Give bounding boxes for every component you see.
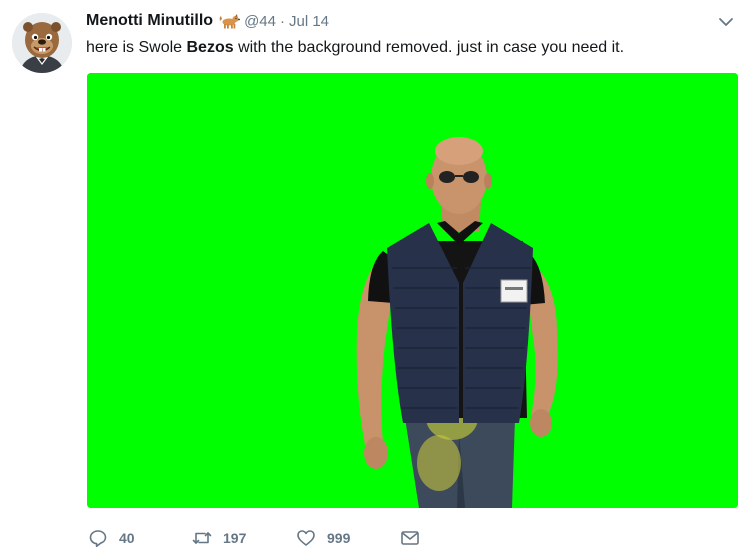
tweet-text-bold: Bezos xyxy=(186,39,234,56)
avatar[interactable] xyxy=(12,13,72,73)
author-name[interactable]: Menotti Minutillo xyxy=(86,12,213,30)
reply-count: 40 xyxy=(119,530,135,546)
tweet-date[interactable]: Jul 14 xyxy=(289,13,329,30)
like-button[interactable]: 999 xyxy=(296,528,400,548)
author-handle[interactable]: @44 xyxy=(244,13,276,30)
tweet-text: here is Swole Bezos with the background … xyxy=(86,38,736,58)
tweet-media[interactable] xyxy=(87,73,738,508)
tweet-actions: 40 197 999 xyxy=(88,524,420,552)
media-image xyxy=(87,73,738,508)
like-count: 999 xyxy=(327,530,351,546)
tweet-text-part: with the background removed. just in cas… xyxy=(233,39,625,56)
message-icon xyxy=(401,531,419,545)
avatar-image xyxy=(12,13,72,73)
separator-dot: · xyxy=(280,12,285,30)
retweet-icon xyxy=(192,532,212,544)
retweet-button[interactable]: 197 xyxy=(192,528,296,548)
direct-message-button[interactable] xyxy=(400,528,420,548)
more-options-button[interactable] xyxy=(716,12,736,32)
chevron-down-icon xyxy=(719,18,733,26)
dog-emoji-icon xyxy=(218,12,240,30)
tweet-header: Menotti Minutillo @44 · Jul 14 xyxy=(86,10,329,32)
reply-icon xyxy=(89,530,107,548)
reply-button[interactable]: 40 xyxy=(88,528,192,548)
like-icon xyxy=(297,530,315,546)
retweet-count: 197 xyxy=(223,530,247,546)
tweet-text-part: here is Swole xyxy=(86,39,187,56)
